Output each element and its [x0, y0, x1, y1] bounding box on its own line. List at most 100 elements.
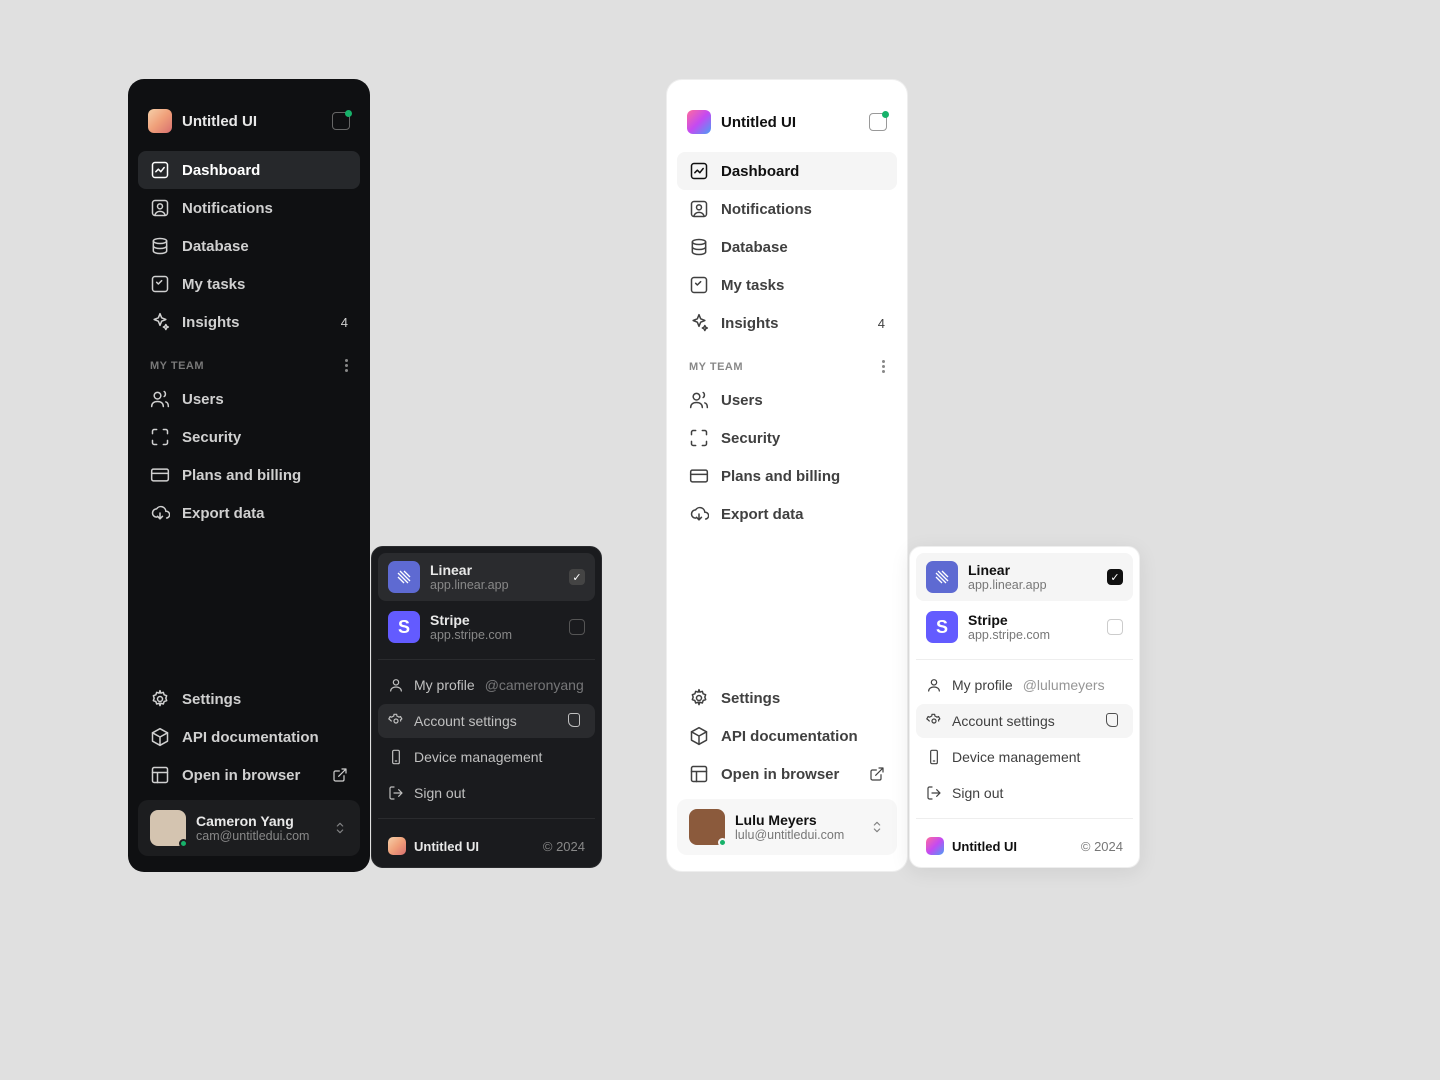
menu-label: My profile — [952, 677, 1013, 693]
user-name: Cameron Yang — [196, 813, 322, 829]
more-vertical-icon[interactable] — [345, 359, 348, 372]
external-link-icon — [332, 767, 348, 783]
menu-sign-out[interactable]: Sign out — [916, 776, 1133, 810]
logout-icon — [388, 785, 404, 801]
insights-badge: 4 — [341, 315, 348, 330]
nav-database[interactable]: Database — [138, 227, 360, 265]
nav-users[interactable]: Users — [677, 381, 897, 419]
user-info: Cameron Yang cam@untitledui.com — [196, 813, 322, 843]
nav-security[interactable]: Security — [138, 418, 360, 456]
nav-settings[interactable]: Settings — [677, 679, 897, 717]
nav-label: Notifications — [182, 200, 273, 217]
divider — [916, 659, 1133, 660]
gear-icon — [689, 688, 709, 708]
nav-label: API documentation — [182, 729, 319, 746]
notification-indicator-icon[interactable] — [869, 113, 887, 131]
nav-label: Settings — [182, 691, 241, 708]
brand-header: Untitled UI — [677, 96, 897, 152]
user-account-card[interactable]: Lulu Meyers lulu@untitledui.com — [677, 799, 897, 855]
menu-label: Account settings — [414, 713, 517, 729]
notification-indicator-icon[interactable] — [332, 112, 350, 130]
menu-label: Account settings — [952, 713, 1055, 729]
download-cloud-icon — [689, 504, 709, 524]
menu-account-settings[interactable]: Account settings — [378, 704, 595, 738]
layout-icon — [150, 765, 170, 785]
nav-export[interactable]: Export data — [138, 494, 360, 532]
team-section-header: MY TEAM — [677, 342, 897, 381]
tasks-icon — [689, 275, 709, 295]
divider — [916, 818, 1133, 819]
menu-my-profile[interactable]: My profile @cameronyang — [378, 668, 595, 702]
nav-open-browser[interactable]: Open in browser — [677, 755, 897, 793]
app-switcher-stripe[interactable]: S Stripe app.stripe.com — [916, 603, 1133, 651]
gear-icon — [388, 713, 404, 729]
checkbox-checked-icon[interactable] — [569, 569, 585, 585]
phone-icon — [926, 749, 942, 765]
app-name: Stripe — [430, 612, 559, 628]
account-popup-light: Linear app.linear.app S Stripe app.strip… — [909, 546, 1140, 868]
app-logo-icon — [687, 110, 711, 134]
menu-label: Sign out — [414, 785, 465, 801]
nav-notifications[interactable]: Notifications — [138, 189, 360, 227]
app-switcher-linear[interactable]: Linear app.linear.app — [916, 553, 1133, 601]
app-url: app.linear.app — [430, 578, 559, 592]
nav-settings[interactable]: Settings — [138, 680, 360, 718]
nav-label: Database — [182, 238, 249, 255]
nav-api[interactable]: API documentation — [677, 717, 897, 755]
nav-label: My tasks — [721, 277, 784, 294]
nav-label: My tasks — [182, 276, 245, 293]
user-square-icon — [689, 199, 709, 219]
chart-icon — [689, 161, 709, 181]
nav-dashboard[interactable]: Dashboard — [138, 151, 360, 189]
nav-plans[interactable]: Plans and billing — [138, 456, 360, 494]
nav-mytasks[interactable]: My tasks — [138, 265, 360, 303]
nav-users[interactable]: Users — [138, 380, 360, 418]
nav-label: Notifications — [721, 201, 812, 218]
checkbox-checked-icon[interactable] — [1107, 569, 1123, 585]
menu-device-management[interactable]: Device management — [916, 740, 1133, 774]
menu-label: My profile — [414, 677, 475, 693]
sidebar-dark: Untitled UI Dashboard Notifications Data… — [128, 79, 370, 872]
nav-label: Dashboard — [182, 162, 260, 179]
nav-insights[interactable]: Insights 4 — [677, 304, 897, 342]
copyright: © 2024 — [543, 839, 585, 854]
nav-label: Security — [182, 429, 241, 446]
nav-plans[interactable]: Plans and billing — [677, 457, 897, 495]
brand-name: Untitled UI — [721, 114, 796, 131]
nav-insights[interactable]: Insights 4 — [138, 303, 360, 341]
nav-security[interactable]: Security — [677, 419, 897, 457]
menu-device-management[interactable]: Device management — [378, 740, 595, 774]
nav-mytasks[interactable]: My tasks — [677, 266, 897, 304]
nav-database[interactable]: Database — [677, 228, 897, 266]
divider — [378, 818, 595, 819]
menu-sign-out[interactable]: Sign out — [378, 776, 595, 810]
download-cloud-icon — [150, 503, 170, 523]
more-vertical-icon[interactable] — [882, 360, 885, 373]
card-icon — [150, 465, 170, 485]
team-section-header: MY TEAM — [138, 341, 360, 380]
chevron-updown-icon — [332, 820, 348, 836]
stripe-app-icon: S — [926, 611, 958, 643]
gear-icon — [926, 713, 942, 729]
app-switcher-linear[interactable]: Linear app.linear.app — [378, 553, 595, 601]
chevron-updown-icon — [869, 819, 885, 835]
account-popup-dark: Linear app.linear.app S Stripe app.strip… — [371, 546, 602, 868]
nav-export[interactable]: Export data — [677, 495, 897, 533]
user-account-card[interactable]: Cameron Yang cam@untitledui.com — [138, 800, 360, 856]
nav-label: Settings — [721, 690, 780, 707]
nav-notifications[interactable]: Notifications — [677, 190, 897, 228]
checkbox-unchecked-icon[interactable] — [1107, 619, 1123, 635]
checkbox-unchecked-icon[interactable] — [569, 619, 585, 635]
app-switcher-stripe[interactable]: S Stripe app.stripe.com — [378, 603, 595, 651]
menu-label: Device management — [414, 749, 542, 765]
user-name: Lulu Meyers — [735, 812, 859, 828]
nav-api[interactable]: API documentation — [138, 718, 360, 756]
menu-my-profile[interactable]: My profile @lulumeyers — [916, 668, 1133, 702]
menu-label: Sign out — [952, 785, 1003, 801]
footer-brand-name: Untitled UI — [952, 839, 1017, 854]
nav-dashboard[interactable]: Dashboard — [677, 152, 897, 190]
nav-label: Insights — [182, 314, 240, 331]
nav-open-browser[interactable]: Open in browser — [138, 756, 360, 794]
menu-label: Device management — [952, 749, 1080, 765]
menu-account-settings[interactable]: Account settings — [916, 704, 1133, 738]
